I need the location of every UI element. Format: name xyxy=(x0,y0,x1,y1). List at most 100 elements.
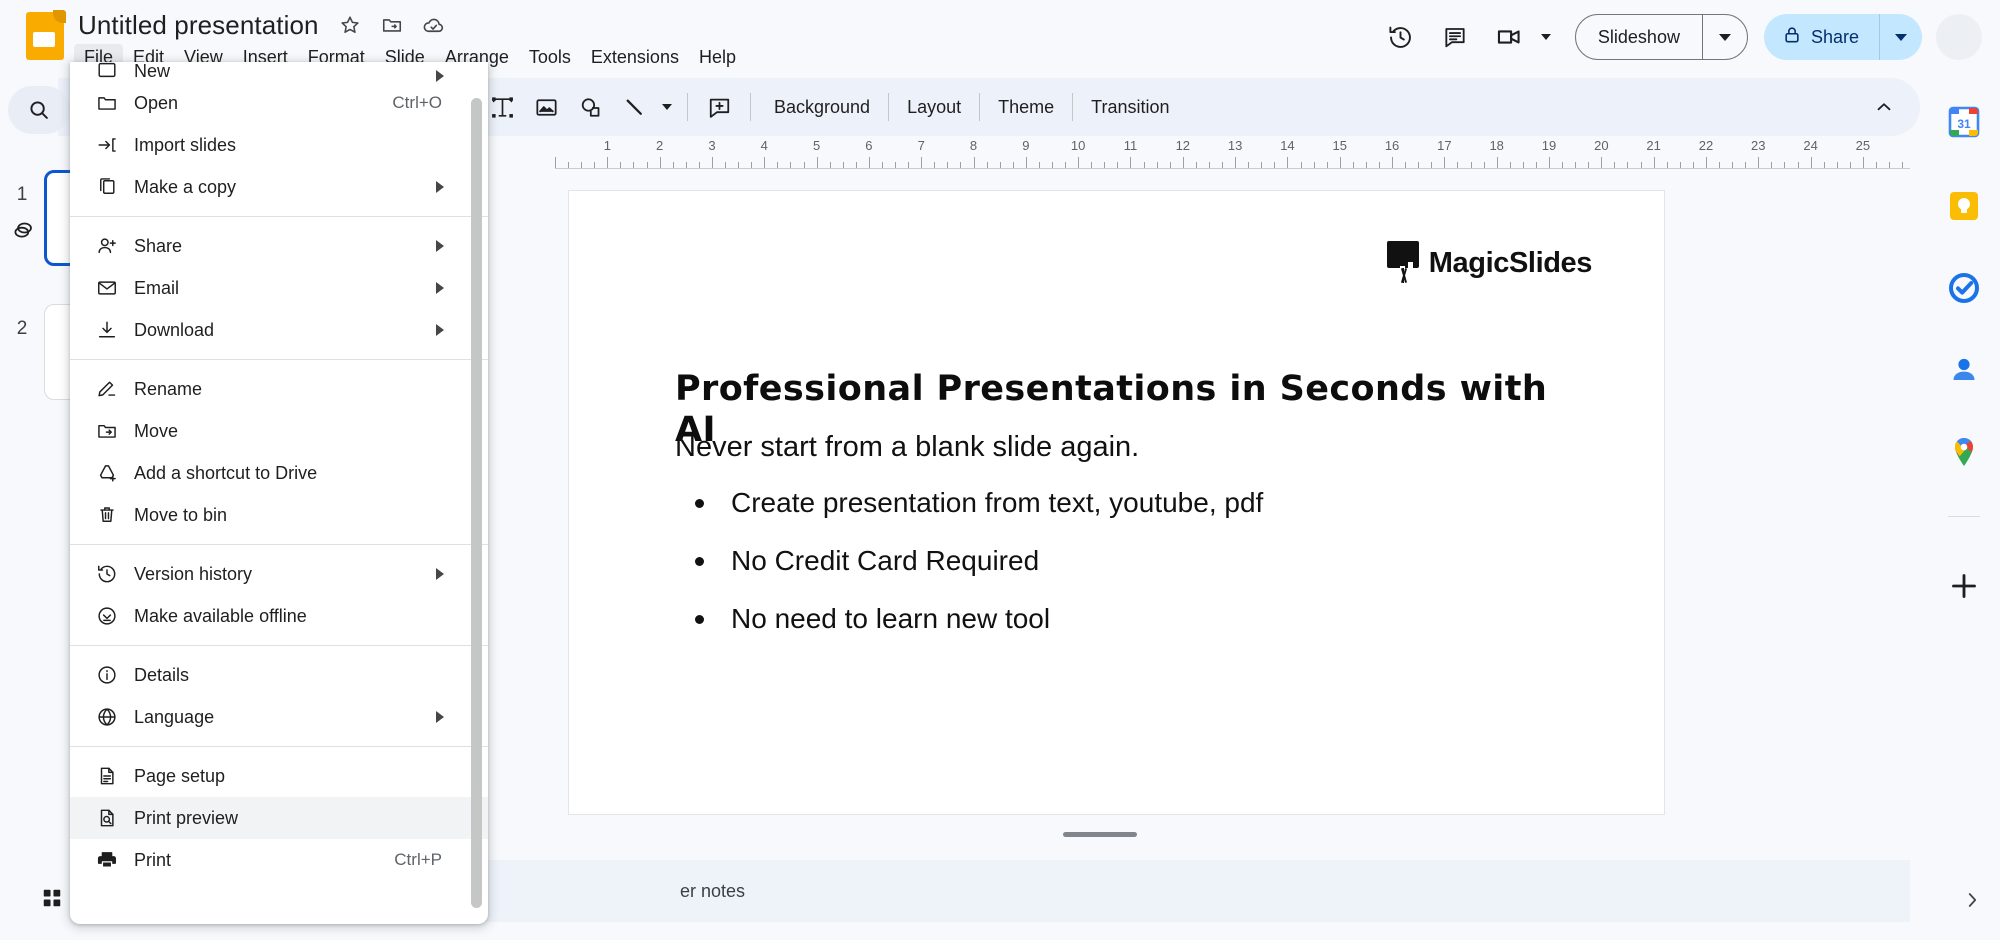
slide-bullet-item[interactable]: No need to learn new tool xyxy=(675,603,1605,635)
file-menu-item-add-a-shortcut-to-drive[interactable]: Add a shortcut to Drive xyxy=(70,452,488,494)
slide-bullet-item[interactable]: Create presentation from text, youtube, … xyxy=(675,487,1605,519)
file-menu-item-shortcut: Ctrl+P xyxy=(394,850,442,869)
plus-icon[interactable] xyxy=(1946,568,1982,604)
file-menu-item-make-available-offline[interactable]: Make available offline xyxy=(70,595,488,637)
ruler-tick xyxy=(1457,162,1459,168)
file-menu-item-label: Move xyxy=(134,420,179,441)
ruler-label: 1 xyxy=(603,138,611,153)
share-button-group[interactable]: Share xyxy=(1763,14,1922,60)
file-menu-item-label: Version history xyxy=(134,563,253,584)
ruler-tick xyxy=(1823,162,1825,168)
file-menu-item-language[interactable]: Language xyxy=(70,696,488,738)
ruler-tick xyxy=(881,162,883,168)
google-contacts-icon[interactable] xyxy=(1946,352,1982,388)
menu-help[interactable]: Help xyxy=(689,44,746,70)
file-menu-item-rename[interactable]: Rename xyxy=(70,368,488,410)
file-menu-dropdown[interactable]: New Open Ctrl+O Import slides Make a copy Sha… xyxy=(70,62,488,924)
document-title[interactable]: Untitled presentation xyxy=(72,8,325,43)
ruler-tick xyxy=(685,162,687,168)
google-meet-icon[interactable] xyxy=(1485,13,1533,61)
share-chevron-down-icon[interactable] xyxy=(1880,14,1922,60)
theme-button[interactable]: Theme xyxy=(984,91,1068,124)
slide-bullet-list[interactable]: Create presentation from text, youtube, … xyxy=(675,487,1605,662)
ruler-tick xyxy=(581,162,583,168)
move-to-folder-icon[interactable] xyxy=(375,8,409,42)
share-label: Share xyxy=(1810,26,1859,47)
file-menu-item-move[interactable]: Move xyxy=(70,410,488,452)
notes-resize-handle[interactable] xyxy=(1063,832,1137,837)
ruler-tick xyxy=(672,162,674,168)
ruler-tick xyxy=(698,162,700,168)
file-menu-item-new[interactable]: New xyxy=(70,62,488,82)
shape-icon[interactable] xyxy=(568,85,612,129)
file-menu-item-import-slides[interactable]: Import slides xyxy=(70,124,488,166)
ruler-tick xyxy=(1208,162,1210,168)
transition-button[interactable]: Transition xyxy=(1077,91,1183,124)
ruler-tick xyxy=(1771,162,1773,168)
insert-image-icon[interactable] xyxy=(524,85,568,129)
toolbar-collapse-chevron-up-icon[interactable] xyxy=(1862,85,1906,129)
file-menu-item-print[interactable]: Print Ctrl+P xyxy=(70,839,488,881)
ruler-tick xyxy=(1143,162,1145,168)
google-keep-icon[interactable] xyxy=(1946,188,1982,224)
file-menu-item-label: Language xyxy=(134,706,215,727)
ruler-tick xyxy=(1078,157,1080,168)
ruler-tick xyxy=(986,162,988,168)
file-menu-item-label: Share xyxy=(134,235,183,256)
avatar[interactable] xyxy=(1936,14,1982,60)
line-icon[interactable] xyxy=(612,85,656,129)
ruler-tick xyxy=(855,162,857,168)
file-menu-item-email[interactable]: Email xyxy=(70,267,488,309)
file-menu-scrollbar[interactable] xyxy=(471,98,482,908)
grid-view-icon[interactable] xyxy=(32,878,72,918)
slideshow-button[interactable]: Slideshow xyxy=(1576,15,1702,59)
file-menu-item-label: Import slides xyxy=(134,134,237,155)
ruler-label: 8 xyxy=(969,138,978,153)
right-side-panel: 31 xyxy=(1928,72,2000,940)
meet-button-group[interactable] xyxy=(1485,13,1561,61)
google-maps-icon[interactable] xyxy=(1946,434,1982,470)
slideshow-button-group[interactable]: Slideshow xyxy=(1574,14,1748,60)
google-calendar-icon[interactable]: 31 xyxy=(1946,104,1982,140)
file-menu-item-share[interactable]: Share xyxy=(70,225,488,267)
ruler-tick xyxy=(1719,162,1721,168)
ruler-tick xyxy=(829,162,831,168)
slide-transition-icon[interactable] xyxy=(10,218,38,244)
file-menu-item-details[interactable]: Details xyxy=(70,654,488,696)
current-slide[interactable]: MagicSlides Professional Presentations i… xyxy=(568,190,1665,815)
file-menu-item-open[interactable]: Open Ctrl+O xyxy=(70,82,488,124)
ruler-tick xyxy=(1274,162,1276,168)
file-menu-item-label: New xyxy=(134,62,171,81)
file-menu-item-download[interactable]: Download xyxy=(70,309,488,351)
right-panel-expand-chevron-right-icon[interactable] xyxy=(1954,882,1990,918)
menu-extensions[interactable]: Extensions xyxy=(581,44,689,70)
file-menu-item-page-setup[interactable]: Page setup xyxy=(70,755,488,797)
ruler-tick xyxy=(711,157,713,168)
ruler-label: 13 xyxy=(1227,138,1243,153)
file-menu-item-print-preview[interactable]: Print preview xyxy=(70,797,488,839)
file-menu-item-move-to-bin[interactable]: Move to bin xyxy=(70,494,488,536)
meet-chevron-down-icon[interactable] xyxy=(1535,13,1557,61)
version-history-icon[interactable] xyxy=(1377,13,1425,61)
file-menu-item-version-history[interactable]: Version history xyxy=(70,553,488,595)
google-tasks-icon[interactable] xyxy=(1946,270,1982,306)
slide-subtitle[interactable]: Never start from a blank slide again. xyxy=(675,431,1585,464)
horizontal-ruler[interactable]: 1 2 3 4 5 6 7 8 9 10 11 12 13 14 15 16 17 18 19 20 21 22 23 24 2… xyxy=(555,138,1910,174)
star-icon[interactable] xyxy=(333,8,367,42)
slide-bullet-item[interactable]: No Credit Card Required xyxy=(675,545,1605,577)
cloud-saved-icon[interactable] xyxy=(417,8,451,42)
menu-tools[interactable]: Tools xyxy=(519,44,581,70)
line-chevron-down-icon[interactable] xyxy=(656,85,678,129)
file-menu-item-make-a-copy[interactable]: Make a copy xyxy=(70,166,488,208)
submenu-arrow-icon xyxy=(436,70,444,82)
comment-add-icon[interactable] xyxy=(697,85,741,129)
comment-history-icon[interactable] xyxy=(1431,13,1479,61)
background-button[interactable]: Background xyxy=(760,91,884,124)
share-button[interactable]: Share xyxy=(1764,14,1879,60)
ruler-tick xyxy=(1705,157,1707,168)
search-icon[interactable] xyxy=(8,86,70,134)
layout-button[interactable]: Layout xyxy=(893,91,975,124)
file-menu-list[interactable]: New Open Ctrl+O Import slides Make a copy Sha… xyxy=(70,62,488,924)
ruler-tick xyxy=(1444,157,1446,168)
slideshow-chevron-down-icon[interactable] xyxy=(1703,15,1747,59)
